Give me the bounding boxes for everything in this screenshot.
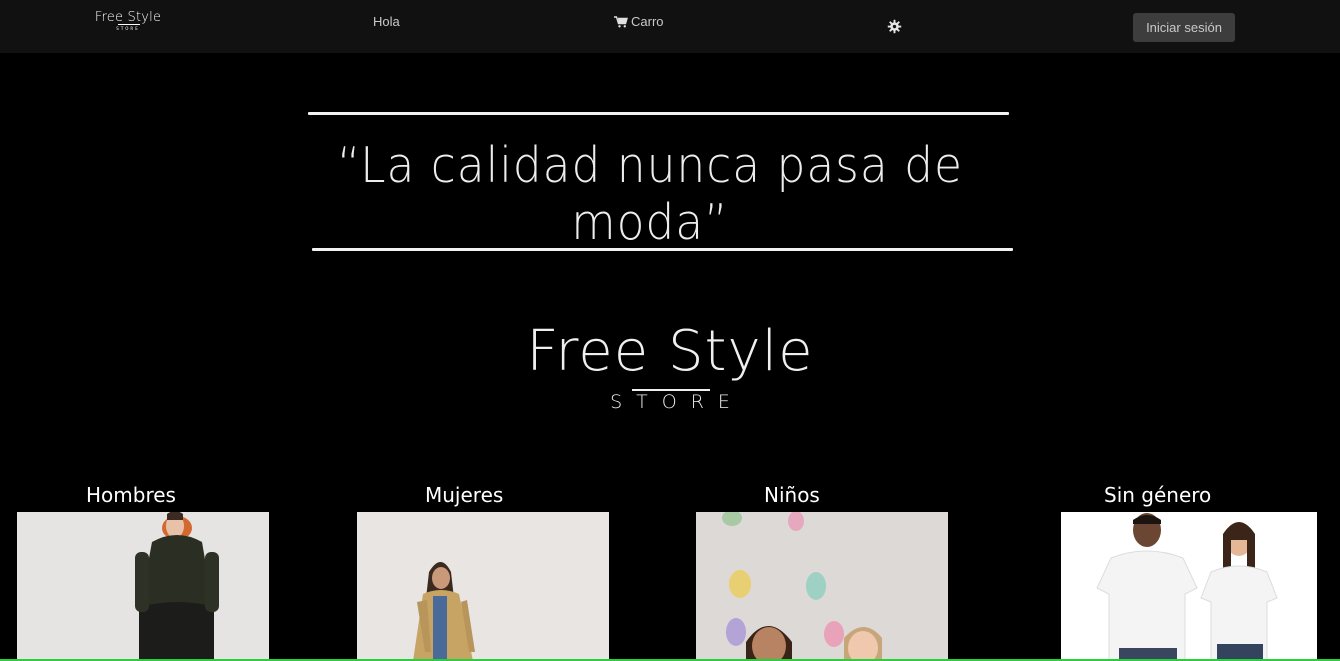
hero-rule-bottom	[312, 248, 1013, 251]
cart-icon	[614, 15, 628, 27]
hero-brand-subtext: STORE	[610, 391, 744, 413]
gear-icon[interactable]	[887, 19, 902, 34]
hero-banner: “La calidad nunca pasa de moda” Free Sty…	[0, 53, 1340, 451]
nav-logo[interactable]: Free Style STORE	[92, 10, 164, 38]
hero-rule-top	[308, 112, 1009, 115]
nav-logo-subtext: STORE	[116, 26, 140, 31]
nav-link-carro[interactable]: Carro	[614, 14, 664, 29]
hero-brand-logo: Free Style STORE	[520, 319, 820, 429]
category-title-ninos[interactable]: Niños	[764, 483, 820, 507]
category-image-ninos[interactable]	[696, 512, 948, 661]
hero-quote: “La calidad nunca pasa de moda”	[337, 137, 963, 251]
nav-link-carro-label: Carro	[631, 14, 664, 29]
category-image-hombres[interactable]	[17, 512, 269, 661]
category-title-sin-genero[interactable]: Sin género	[1104, 483, 1211, 507]
category-image-sin-genero[interactable]	[1061, 512, 1317, 661]
nav-logo-text: Free Style	[94, 10, 162, 25]
category-title-mujeres[interactable]: Mujeres	[425, 483, 503, 507]
category-image-mujeres[interactable]	[357, 512, 609, 661]
nav-link-hola[interactable]: Hola	[373, 14, 400, 29]
category-title-hombres[interactable]: Hombres	[86, 483, 176, 507]
navbar: Free Style STORE Hola Carro Iniciar sesi…	[0, 0, 1340, 53]
hero-brand-underline	[632, 389, 710, 391]
hero-brand-text: Free Style	[526, 319, 814, 384]
login-button[interactable]: Iniciar sesión	[1133, 13, 1235, 42]
categories-section: Hombres Mujeres Niños Sin género	[0, 451, 1340, 661]
